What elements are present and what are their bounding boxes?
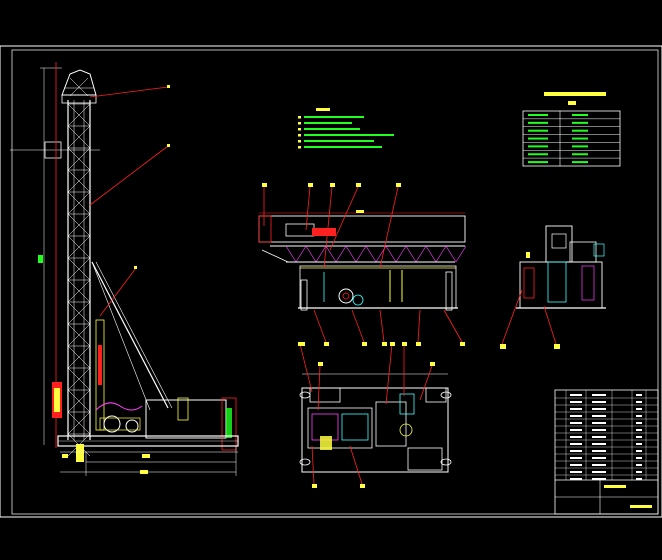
technical-requirements-notes [298,108,394,149]
cad-drawing-sheet [0,0,662,556]
end-view [500,225,606,349]
mast-side-view [10,62,239,476]
inner-frame [11,49,659,515]
center-side-elevation [258,183,467,346]
spec-table [522,92,621,167]
plan-view [298,342,452,488]
drawing-canvas [0,45,662,518]
title-block [554,389,659,515]
